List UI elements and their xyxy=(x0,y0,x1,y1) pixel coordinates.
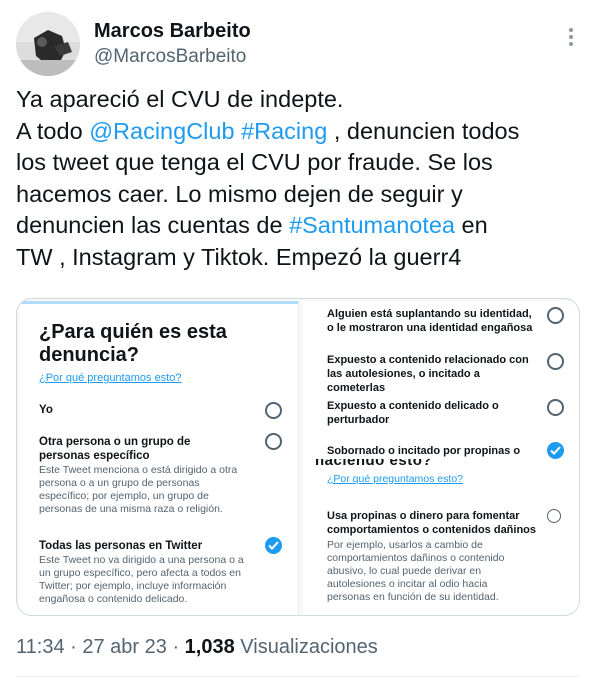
radio-sensitive[interactable] xyxy=(547,399,564,416)
author-name[interactable]: Marcos Barbeito xyxy=(94,20,251,43)
option-label-bribed: Sobornado o incitado por propinas o xyxy=(327,445,521,457)
avatar[interactable] xyxy=(16,12,80,76)
report-pane-top-right: Alguien está suplantando su identidad, o… xyxy=(303,301,579,459)
tweet-time[interactable]: 11:34 xyxy=(16,636,65,658)
tweet-line: Ya apareció el CVU de indepte. xyxy=(16,84,580,116)
tweet-text-segment: en xyxy=(455,212,488,238)
radio-everyone-checked[interactable] xyxy=(265,537,282,554)
tweet-media[interactable]: ¿Para quién es esta denuncia? ¿Por qué p… xyxy=(16,298,580,616)
why-we-ask-link[interactable]: ¿Por qué preguntamos esto? xyxy=(39,372,181,384)
tweet-line: TW , Instagram y Tiktok. Empezó la guerr… xyxy=(16,242,580,274)
tweet-header: Marcos Barbeito @MarcosBarbeito xyxy=(16,12,580,82)
report-question-title: ¿Para quién es esta denuncia? xyxy=(39,321,227,366)
report-pane-left: ¿Para quién es esta denuncia? ¿Por qué p… xyxy=(19,301,299,615)
divider xyxy=(16,676,580,677)
option-label-tips-harmful: Usa propinas o dinero para fomentar comp… xyxy=(327,510,537,536)
top-bar xyxy=(19,301,298,304)
tweet-line: hacemos caer. Lo mismo dejen de seguir y xyxy=(16,179,580,211)
tweet-line: los tweet que tenga el CVU por fraude. S… xyxy=(16,147,580,179)
option-label-self-harm: Expuesto a contenido relacionado con las… xyxy=(327,354,529,394)
tweet-text-segment: los tweet que tenga el CVU por fraude. S… xyxy=(16,149,493,175)
option-desc-everyone: Este Tweet no va dirigido a una persona … xyxy=(39,554,244,605)
option-desc-other-person: Este Tweet menciona o está dirigido a ot… xyxy=(39,464,238,515)
tweet-line: denuncien las cuentas de #Santumanotea e… xyxy=(16,210,580,242)
separator-dot: · xyxy=(172,636,185,658)
tweet-line: A todo @RacingClub #Racing , denuncien t… xyxy=(16,116,580,148)
checkmark-icon xyxy=(268,541,279,550)
radio-bribed-checked[interactable] xyxy=(547,442,564,459)
tweet-text-segment: , denuncien todos xyxy=(327,117,520,144)
radio-self-harm[interactable] xyxy=(547,353,564,370)
tweet-text-segment: Ya apareció el CVU de indepte. xyxy=(16,86,344,112)
option-label-me: Yo xyxy=(39,404,53,416)
report-pane-bottom-right: naciendo esto? ¿Por qué preguntamos esto… xyxy=(303,459,579,615)
why-we-ask-link[interactable]: ¿Por qué preguntamos esto? xyxy=(327,473,463,485)
radio-me[interactable] xyxy=(265,402,282,419)
views-label: Visualizaciones xyxy=(240,636,378,658)
radio-tips-harmful[interactable] xyxy=(547,509,561,523)
tweet-date[interactable]: 27 abr 23 xyxy=(82,636,167,658)
option-label-other-person: Otra persona o un grupo de personas espe… xyxy=(39,436,191,462)
views-count: 1,038 xyxy=(184,636,235,658)
tweet-text-segment: hacemos caer. Lo mismo dejen de seguir y xyxy=(16,180,463,207)
checkmark-icon xyxy=(550,446,561,455)
tweet-text-segment: TW , Instagram y Tiktok. Empezó la guerr… xyxy=(16,243,462,270)
option-desc-tips-harmful: Por ejemplo, usarlos a cambio de comport… xyxy=(327,539,505,603)
option-label-everyone: Todas las personas en Twitter xyxy=(39,540,203,552)
hashtag-link[interactable]: #Santumanotea xyxy=(289,212,455,238)
more-options-icon[interactable] xyxy=(568,28,574,50)
tweet-text: Ya apareció el CVU de indepte. A todo @Ra… xyxy=(16,84,580,273)
option-label-sensitive: Expuesto a contenido delicado o perturba… xyxy=(327,400,499,426)
tweet-text-segment: A todo xyxy=(16,117,90,144)
author-handle[interactable]: @MarcosBarbeito xyxy=(94,46,246,68)
tweet-meta: 11:34 · 27 abr 23 · 1,038 Visualizacione… xyxy=(16,636,378,659)
separator-dot: · xyxy=(70,636,83,658)
radio-other-person[interactable] xyxy=(265,433,282,450)
option-label-impersonation: Alguien está suplantando su identidad, o… xyxy=(327,308,533,334)
tweet-text-segment: denuncien las cuentas de xyxy=(16,212,290,238)
mention-link[interactable]: @RacingClub xyxy=(89,118,234,144)
radio-impersonation[interactable] xyxy=(547,307,564,324)
profile-photo-icon xyxy=(16,12,80,76)
hashtag-link[interactable]: #Racing xyxy=(241,118,327,144)
cut-off-title: naciendo esto? xyxy=(315,459,433,469)
